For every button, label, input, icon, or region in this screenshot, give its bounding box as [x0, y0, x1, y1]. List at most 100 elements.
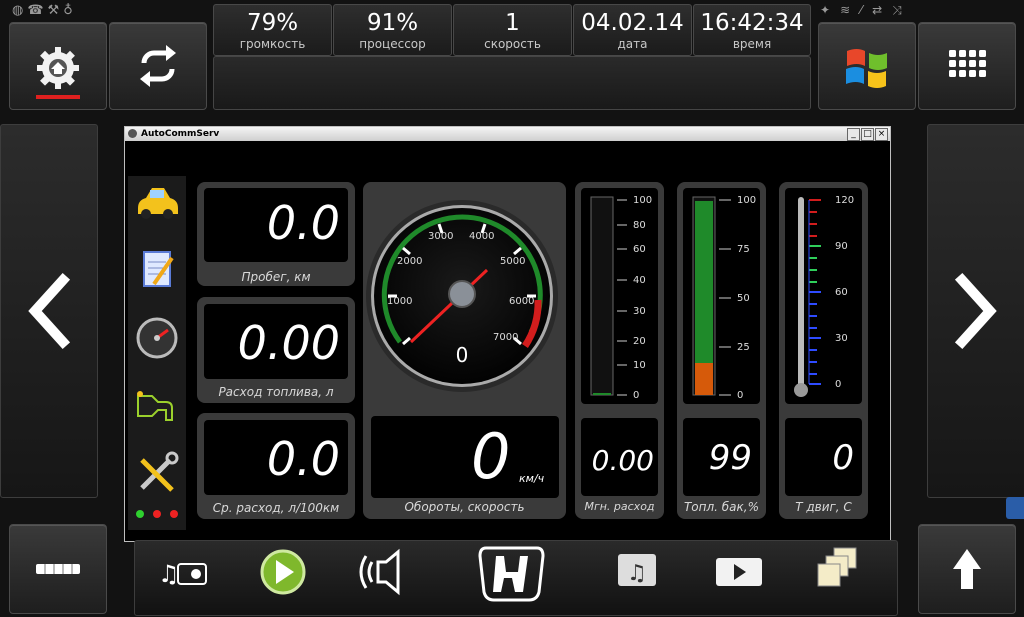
sidebar-item-gauge[interactable] — [132, 312, 182, 362]
chevron-right-icon — [954, 272, 997, 350]
avg-consumption-value: 0.0 — [266, 432, 340, 486]
speed-screen: 0 км/ч — [371, 416, 559, 498]
fuel-value: 99 — [708, 438, 752, 478]
temp-scale-0: 0 — [835, 379, 841, 390]
window-titlebar[interactable]: AutoCommServ _ □ × — [125, 127, 890, 141]
menu-button[interactable] — [9, 524, 107, 614]
sidebar-item-car[interactable] — [132, 176, 182, 226]
instant-scale-80: 80 — [633, 220, 646, 231]
cpu-status[interactable]: 91% процессор — [333, 4, 452, 56]
stack-icon: ≋ — [840, 3, 861, 17]
stacked-windows-icon — [817, 547, 857, 587]
mileage-value: 0.0 — [266, 196, 340, 250]
windows-switch-button[interactable] — [792, 540, 887, 612]
wrench-icon: ⚒ — [47, 3, 64, 18]
instant-value: 0.00 — [591, 444, 654, 477]
speed-status[interactable]: 1 скорость — [453, 4, 572, 56]
cpu-value: 91% — [366, 10, 419, 36]
tacho-tick-7000: 7000 — [493, 332, 518, 343]
tacho-tick-5000: 5000 — [500, 256, 525, 267]
fuel-label: Топл. бак,% — [683, 500, 760, 514]
next-button[interactable] — [927, 124, 1024, 498]
minimize-button[interactable]: _ — [847, 128, 860, 141]
sidebar-item-notes[interactable] — [132, 244, 182, 294]
instant-scale-screen: 100 80 60 40 30 20 10 0 — [581, 188, 658, 404]
up-button[interactable] — [918, 524, 1016, 614]
plug-icon: ♁ — [63, 3, 77, 18]
windows-button[interactable] — [818, 22, 916, 110]
rpm-speed-panel: 1000 2000 3000 4000 5000 6000 7000 0 0 к… — [363, 182, 566, 519]
status-icons-left: ◍☎⚒♁ — [12, 3, 77, 18]
fuel-used-screen: 0.00 — [204, 304, 348, 379]
fuel-used-value: 0.00 — [237, 316, 340, 370]
volume-status[interactable]: 79% громкость — [213, 4, 332, 56]
window-title: AutoCommServ — [141, 129, 220, 139]
car-icon — [138, 188, 178, 219]
speed-label: скорость — [484, 37, 541, 51]
speed-unit: км/ч — [519, 472, 545, 485]
temp-value-screen: 0 — [785, 418, 862, 496]
volume-label: громкость — [239, 37, 306, 51]
arrow-up-icon — [953, 549, 981, 589]
led-red-2 — [170, 510, 178, 518]
tacho-tick-1000: 1000 — [387, 296, 412, 307]
instant-label: Мгн. расход — [584, 500, 655, 513]
shuffle-icon: ⤨ — [892, 3, 912, 17]
fuel-scale-25: 25 — [737, 342, 750, 353]
fuel-bar-gauge: 100 75 50 25 0 — [692, 195, 756, 401]
music-button[interactable]: ♫ — [592, 540, 687, 612]
time-status[interactable]: 16:42:34 время — [693, 4, 811, 56]
status-icons-right: ✦≋⁄⇄⤨ — [820, 3, 912, 18]
sound-button[interactable] — [336, 540, 431, 612]
home-button[interactable] — [9, 22, 107, 110]
fuel-used-label: Расход топлива, л — [218, 385, 334, 399]
fuel-scale-50: 50 — [737, 293, 750, 304]
keyboard-bar-icon — [36, 564, 80, 574]
apps-grid-button[interactable] — [918, 22, 1016, 110]
led-red-1 — [153, 510, 161, 518]
thermometer-gauge: 120 90 60 30 0 — [794, 195, 854, 397]
fuel-nozzle-icon — [137, 391, 173, 421]
sidebar-item-tools[interactable] — [132, 448, 182, 498]
honda-logo-icon — [478, 546, 545, 602]
avg-consumption-label: Ср. расход, л/100км — [212, 501, 340, 515]
globe-icon: ◍ — [12, 3, 28, 18]
swap-button[interactable] — [109, 22, 207, 110]
windows-flag-icon — [846, 49, 887, 88]
tacho-tick-4000: 4000 — [469, 231, 494, 242]
speed-value: 1 — [505, 10, 520, 36]
instant-scale-10: 10 — [633, 360, 646, 371]
tools-icon — [140, 451, 179, 492]
led-green — [136, 510, 144, 518]
home-gear-icon — [36, 47, 80, 99]
instant-scale-40: 40 — [633, 275, 646, 286]
repeat-icon: ⇄ — [872, 3, 893, 17]
mileage-screen: 0.0 — [204, 188, 348, 262]
speed-digit: 0 — [471, 420, 511, 493]
date-label: дата — [617, 37, 648, 51]
video-button[interactable] — [692, 540, 787, 612]
phone-icon: ☎ — [27, 3, 48, 18]
radio-button[interactable]: ♫ — [136, 540, 231, 612]
fuel-scale-screen: 100 75 50 25 0 — [683, 188, 760, 404]
prev-button[interactable] — [0, 124, 98, 498]
teamviewer-tab[interactable] — [1006, 497, 1024, 519]
date-status[interactable]: 04.02.14 дата — [573, 4, 692, 56]
mileage-panel: 0.0 Пробег, км — [197, 182, 355, 286]
time-value: 16:42:34 — [700, 10, 804, 36]
fuel-scale-75: 75 — [737, 244, 750, 255]
video-play-icon — [716, 558, 762, 586]
fuel-used-panel: 0.00 Расход топлива, л — [197, 297, 355, 403]
honda-button[interactable] — [464, 540, 559, 612]
instant-value-screen: 0.00 — [581, 418, 658, 496]
music-folder-icon: ♫ — [618, 554, 656, 586]
tacho-tick-2000: 2000 — [397, 256, 422, 267]
close-button[interactable]: × — [875, 128, 888, 141]
engine-temp-panel: 120 90 60 30 0 0 Т двиг, С — [779, 182, 868, 519]
instant-scale-30: 30 — [633, 306, 646, 317]
fuel-scale-100: 100 — [737, 195, 756, 206]
maximize-button[interactable]: □ — [861, 128, 874, 141]
sidebar-item-fuel[interactable] — [132, 380, 182, 430]
play-button[interactable] — [236, 540, 331, 612]
play-icon — [260, 549, 306, 595]
